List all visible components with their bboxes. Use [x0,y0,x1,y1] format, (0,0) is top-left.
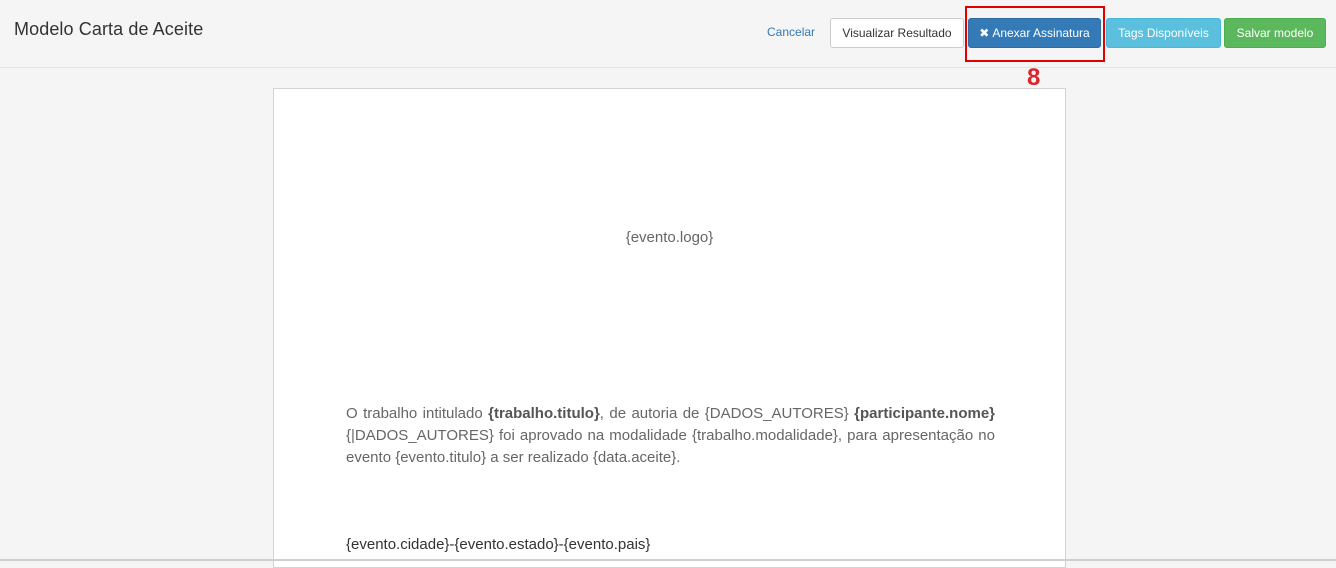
close-icon: ✖ [979,26,990,40]
attach-signature-button[interactable]: ✖ Anexar Assinatura [968,18,1101,48]
location-line: {evento.cidade}-{evento.estado}-{evento.… [346,536,651,553]
letter-paragraph: O trabalho intitulado {trabalho.titulo},… [346,403,995,469]
paragraph-text-3: {|DADOS_AUTORES} foi aprovado na modalid… [346,427,995,466]
event-logo-placeholder: {evento.logo} [625,229,714,246]
document-editor[interactable]: {evento.logo} O trabalho intitulado {tra… [273,88,1066,568]
bottom-divider [0,559,1336,561]
page-title: Modelo Carta de Aceite [14,19,204,39]
attach-signature-label: Anexar Assinatura [992,26,1090,40]
cancel-link[interactable]: Cancelar [767,25,815,39]
save-template-button[interactable]: Salvar modelo [1224,18,1326,48]
paragraph-bold-participant: {participante.nome} [854,405,996,422]
available-tags-button[interactable]: Tags Disponíveis [1106,18,1221,48]
paragraph-bold-title: {trabalho.titulo} [488,405,600,422]
preview-result-button[interactable]: Visualizar Resultado [830,18,964,48]
paragraph-text-1: O trabalho intitulado [346,405,489,422]
top-bar: Modelo Carta de Aceite Cancelar Visualiz… [0,0,1336,68]
paragraph-text-2: , de autoria de {DADOS_AUTORES} [599,405,855,422]
